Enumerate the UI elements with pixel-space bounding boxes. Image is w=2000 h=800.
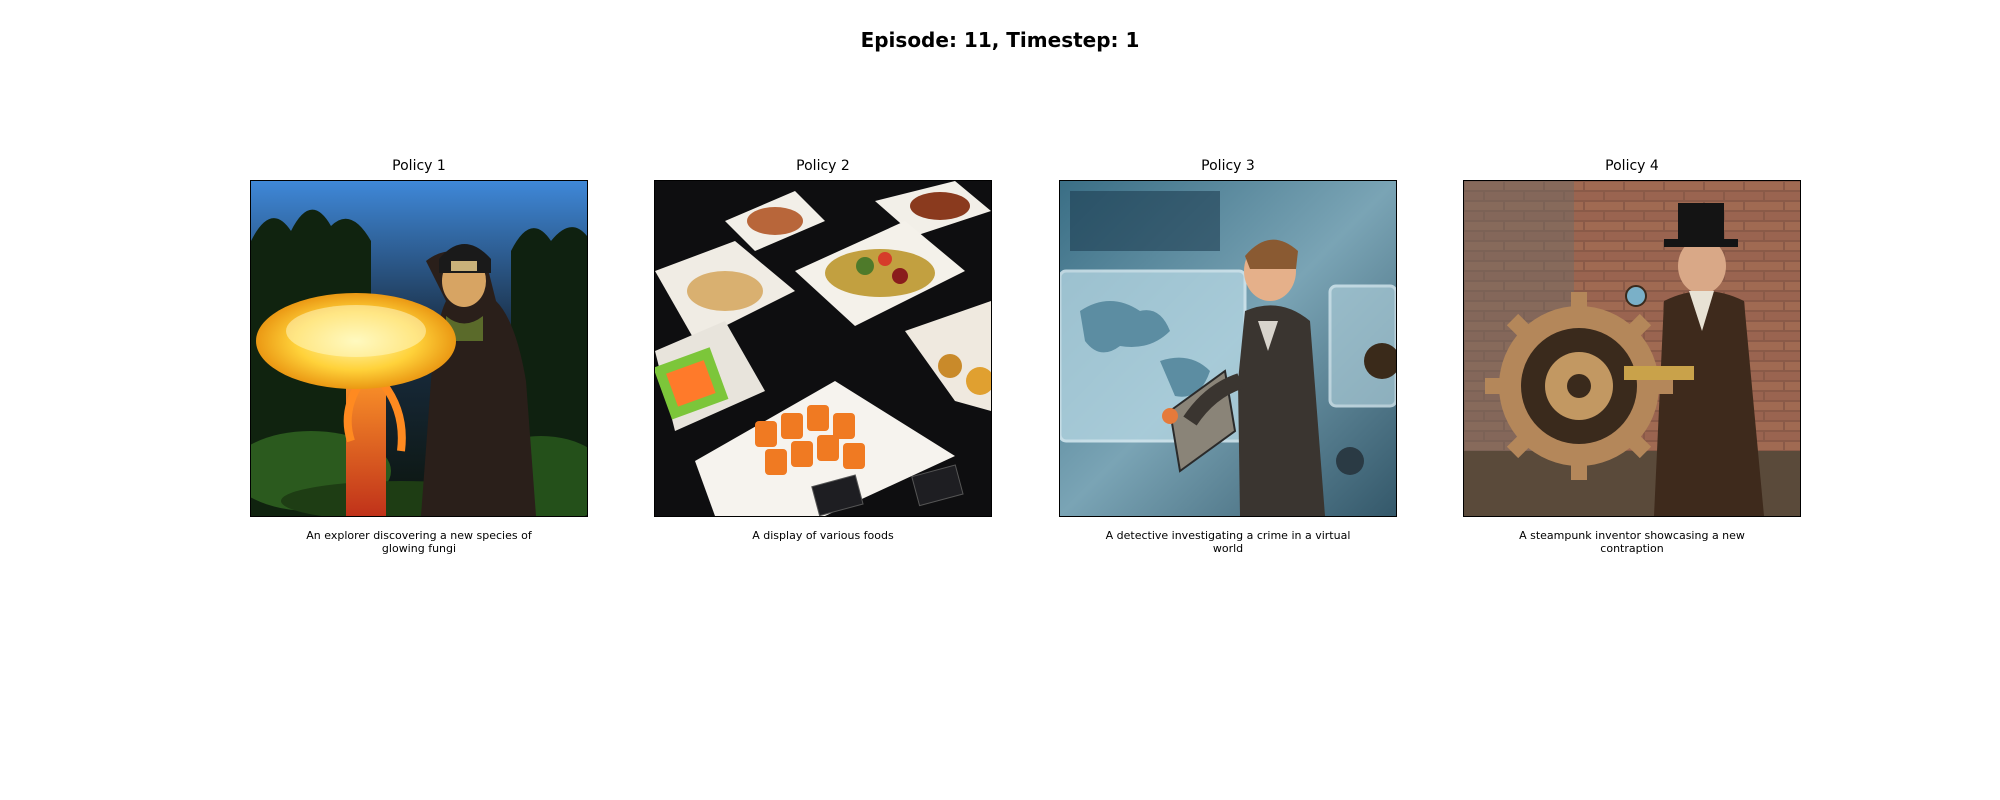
panel-title: Policy 1	[392, 158, 446, 174]
virtual-detective-illustration	[1060, 181, 1396, 516]
generated-image-food-display	[654, 180, 992, 517]
image-caption: A detective investigating a crime in a v…	[1105, 529, 1351, 555]
figure-title: Episode: 11, Timestep: 1	[860, 28, 1140, 52]
panel-title: Policy 2	[796, 158, 850, 174]
policy-panel-2: Policy 2 A display of various foods	[653, 156, 993, 542]
image-caption: A steampunk inventor showcasing a new co…	[1519, 529, 1745, 555]
generated-image-glowing-fungi	[250, 180, 588, 517]
panel-title: Policy 3	[1201, 158, 1255, 174]
panel-title: Policy 4	[1605, 158, 1659, 174]
policy-panel-3: Policy 3 A detective investigating a cri…	[1058, 156, 1398, 555]
generated-image-virtual-detective	[1059, 180, 1397, 517]
policy-panel-4: Policy 4 A steampunk inventor showcasing…	[1462, 156, 1802, 555]
policy-panel-1: Policy 1 An explorer discovering a new s…	[249, 156, 589, 555]
image-caption: An explorer discovering a new species of…	[306, 529, 532, 555]
image-caption: A display of various foods	[752, 529, 894, 542]
glowing-fungi-illustration	[251, 181, 587, 516]
food-display-illustration	[655, 181, 991, 516]
generated-image-steampunk-inventor	[1463, 180, 1801, 517]
steampunk-inventor-illustration	[1464, 181, 1800, 516]
